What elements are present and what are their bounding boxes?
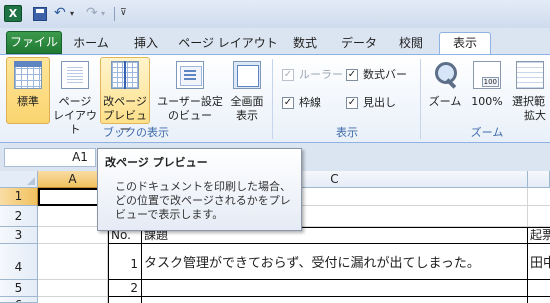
full-screen-button[interactable]: 全画面 表示 [226, 57, 268, 124]
undo-icon[interactable]: ↶ [54, 5, 68, 22]
row-header-4[interactable]: 4 [0, 244, 38, 280]
table-border [108, 296, 550, 297]
full-screen-icon [233, 61, 261, 89]
tooltip-body: このドキュメントを印刷した場合、どの位置で改ページされるかをプレビューで表示しま… [115, 180, 291, 221]
tab-page-layout[interactable]: ページ レイアウト [176, 32, 280, 54]
tab-data[interactable]: データ [334, 32, 384, 54]
gridlines-checkbox[interactable]: ✓ 枠線 [282, 95, 340, 111]
custom-views-icon [176, 61, 204, 89]
cell-d4[interactable]: 田中 [530, 255, 550, 273]
normal-view-icon [14, 61, 42, 89]
zoom-icon [431, 61, 459, 89]
full-screen-label: 全画面 表示 [230, 95, 264, 122]
formula-bar-check[interactable]: ✓ [346, 69, 358, 81]
row-header-3[interactable]: 3 [0, 227, 38, 244]
table-border [108, 243, 550, 244]
select-all-corner[interactable] [0, 171, 38, 188]
zoom-100-icon [473, 61, 501, 89]
group-separator [420, 59, 421, 139]
group-separator [272, 59, 273, 139]
custom-views-button[interactable]: ユーザー設定 のビュー [154, 57, 226, 124]
zoom-group-label: ズーム [470, 126, 504, 139]
normal-view-label: 標準 [17, 95, 39, 108]
page-layout-view-button[interactable]: ページ レイアウト [50, 57, 100, 136]
redo-icon: ↷ [86, 5, 98, 21]
cell-c4[interactable]: タスク管理ができておらず、受付に漏れが出てしまった。 [144, 255, 526, 273]
tab-home[interactable]: ホーム [66, 32, 116, 54]
quick-access-toolbar: X ↶ ▾ ↷ ▾ ⊽ [0, 0, 550, 28]
ruler-check: ✓ [282, 69, 294, 81]
zoom-to-selection-button[interactable]: 選択範 拡大 [508, 57, 550, 124]
headings-check[interactable]: ✓ [346, 97, 358, 109]
row-header-5[interactable]: 5 [0, 280, 38, 297]
column-header-d[interactable] [528, 171, 550, 188]
zoom-100-button[interactable]: 100% [466, 57, 508, 124]
zoom-label: ズーム [428, 95, 462, 108]
tab-view[interactable]: 表示 [439, 32, 491, 54]
tab-insert[interactable]: 挿入 [124, 32, 168, 54]
ribbon-tabs: ファイル ホーム 挿入 ページ レイアウト 数式 データ 校閲 表示 [0, 28, 550, 54]
cell-d3[interactable]: 起票 [530, 228, 550, 243]
row-header-2[interactable]: 2 [0, 206, 38, 227]
cell-b4[interactable]: 1 [110, 256, 138, 273]
headings-checkbox[interactable]: ✓ 見出し [346, 95, 416, 111]
tab-formulas[interactable]: 数式 [284, 32, 326, 54]
cell-b5[interactable]: 2 [110, 281, 138, 296]
book-views-group-label: ブックの表示 [103, 126, 169, 139]
page-break-preview-icon [111, 61, 139, 89]
excel-app-icon[interactable]: X [4, 5, 22, 22]
zoom-100-label: 100% [471, 95, 503, 108]
page-layout-icon [61, 61, 89, 89]
zoom-to-selection-label: 選択範 拡大 [512, 95, 546, 122]
page-break-preview-tooltip: 改ページ プレビュー このドキュメントを印刷した場合、どの位置で改ページされるか… [97, 148, 302, 231]
table-border [141, 227, 142, 303]
table-border [108, 279, 550, 280]
gridlines-label: 枠線 [299, 96, 321, 109]
gridlines-check[interactable]: ✓ [282, 97, 294, 109]
table-border [108, 227, 109, 303]
zoom-button[interactable]: ズーム [424, 57, 466, 124]
customize-qat-icon[interactable]: ⊽ [120, 5, 130, 22]
show-group-label: 表示 [336, 126, 358, 139]
row-header-1[interactable]: 1 [0, 188, 38, 206]
ribbon: 標準 ページ レイアウト 改ページ プレビュー ユーザー設定 のビュー 全画面 表示 ブ… [0, 54, 550, 143]
tab-file[interactable]: ファイル [6, 31, 62, 54]
name-box[interactable]: A1 [4, 148, 96, 167]
ruler-checkbox: ✓ ルーラー [282, 67, 343, 83]
tab-review[interactable]: 校閲 [390, 32, 432, 54]
formula-bar-checkbox[interactable]: ✓ 数式バー [346, 67, 416, 83]
headings-label: 見出し [363, 96, 396, 109]
formula-bar-label: 数式バー [363, 68, 407, 81]
qat-separator [114, 7, 115, 21]
undo-dropdown-icon[interactable]: ▾ [70, 5, 78, 22]
redo-dropdown-icon: ▾ [101, 9, 106, 18]
tooltip-title: 改ページ プレビュー [105, 156, 208, 169]
zoom-to-selection-icon [515, 61, 544, 89]
row-header-6[interactable]: 6 [0, 297, 38, 303]
normal-view-button[interactable]: 標準 [6, 57, 50, 124]
table-border [527, 227, 528, 303]
save-icon[interactable] [33, 7, 47, 21]
page-break-preview-button[interactable]: 改ページ プレビュー [100, 57, 150, 136]
custom-views-label: ユーザー設定 のビュー [157, 95, 223, 122]
ruler-label: ルーラー [299, 68, 343, 81]
